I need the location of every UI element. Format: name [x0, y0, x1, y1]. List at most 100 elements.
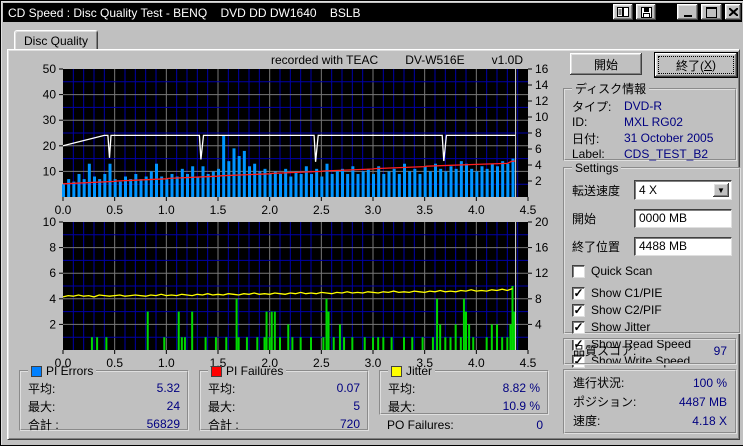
bar-PI Errors — [304, 166, 308, 197]
start-position-input[interactable]: 0000 MB — [634, 208, 732, 228]
maximize-button[interactable] — [701, 4, 722, 20]
axis-tick-label: 8 — [49, 241, 56, 255]
bar-PI Errors — [253, 163, 257, 197]
pi-errors-legend: PI Errors — [28, 364, 96, 378]
bar-PI Errors — [165, 179, 169, 197]
progress-label: 進行状況: — [573, 376, 625, 390]
max-label: 最大: — [388, 399, 416, 414]
bar-PI Failures — [490, 324, 493, 350]
checkbox-show-c2-pif[interactable]: ✓ Show C2/PIF — [572, 302, 732, 318]
maximize-icon — [706, 6, 717, 18]
settings-title: Settings — [575, 161, 619, 175]
bar-PI Errors — [206, 173, 210, 197]
bar-PI Failures — [105, 337, 108, 350]
checkbox-show-c1-pie[interactable]: ✓ Show C1/PIE — [572, 285, 732, 301]
bar-PI Failures — [183, 337, 186, 350]
jitter-group: Jitter 平均: 8.82 % 最大: 10.9 % — [379, 364, 549, 415]
bar-PI Errors — [77, 173, 81, 197]
max-label: 最大: — [208, 399, 236, 414]
bar-PI Errors — [87, 163, 91, 197]
checkbox-quick-scan[interactable]: Quick Scan — [572, 263, 732, 279]
bar-PI Failures — [431, 337, 434, 350]
axis-tick-label: 2 — [535, 174, 542, 188]
window-title: CD Speed : Disc Quality Test - BENQ DVD … — [8, 6, 361, 20]
bar-PI Failures — [506, 337, 509, 350]
bar-PI Failures — [163, 337, 166, 350]
end-position-input[interactable]: 4488 MB — [634, 236, 732, 256]
bar-PI Errors — [82, 179, 86, 197]
checkbox-show-jitter[interactable]: ✓ Show Jitter — [572, 319, 732, 335]
bar-PI Errors — [242, 150, 246, 197]
axis-tick-label: 4 — [535, 158, 542, 172]
bar-PI Failures — [263, 337, 266, 350]
bar-PI Failures — [204, 337, 207, 350]
bar-PI Errors — [506, 163, 510, 197]
pi-errors-group: PI Errors 平均: 5.32 最大: 24 合計 : 56829 — [19, 364, 189, 432]
bar-PI Errors — [170, 173, 174, 197]
avg-label: 平均: — [208, 381, 236, 396]
pi-failures-swatch-icon — [211, 365, 222, 377]
bar-PI Failures — [444, 337, 447, 350]
bar-PI Failures — [338, 324, 341, 350]
bar-PI Failures — [273, 311, 276, 350]
speed-select[interactable]: 4 X ▼ — [634, 180, 732, 200]
book-icon[interactable] — [613, 4, 633, 20]
jitter-legend: Jitter — [388, 364, 435, 378]
close-button[interactable] — [725, 4, 741, 20]
bar-PI Failures — [322, 337, 325, 350]
progress-value: 100 % — [692, 375, 727, 390]
bar-PI Errors — [418, 173, 422, 197]
max-label: 最大: — [28, 399, 56, 414]
disc-date-value: 31 October 2005 — [624, 131, 714, 145]
start-button[interactable]: 開始 — [570, 53, 642, 75]
bar-PI Failures — [325, 298, 328, 350]
bar-PI Failures — [327, 311, 330, 350]
close-icon — [728, 8, 738, 16]
exit-button[interactable]: 終了(X) — [654, 52, 738, 78]
bar-PI Errors — [475, 171, 479, 197]
bar-PI Errors — [434, 163, 437, 197]
bar-PI Errors — [263, 168, 267, 197]
settings-group: Settings 転送速度 4 X ▼ 開始 0000 MB 終了位置 4488… — [563, 161, 741, 368]
pi-failures-jitter-chart: 246810481216200.0 0.5 1.0 1.5 2.0 2.5 3.0 3.5 4.… — [43, 216, 549, 368]
total-label: 合計 : — [208, 417, 239, 432]
save-button[interactable] — [636, 4, 656, 20]
bar-PI Failures — [291, 337, 294, 350]
bar-PI Failures — [468, 324, 471, 350]
tab-label: Disc Quality — [24, 33, 89, 48]
bar-PI Failures — [485, 337, 488, 350]
bar-PI Errors — [382, 173, 386, 197]
bar-PI Errors — [211, 171, 215, 197]
disc-id-value: MXL RG02 — [624, 115, 683, 129]
show-c1-pie-checkbox[interactable]: ✓ — [572, 286, 585, 300]
pi-failures-group: PI Failures 平均: 0.07 最大: 5 合計 : 720 — [199, 364, 369, 432]
bar-PI Errors — [351, 166, 355, 197]
bar-PI Failures — [270, 311, 273, 350]
show-c2-pif-checkbox[interactable]: ✓ — [572, 303, 585, 317]
bar-PI Errors — [129, 179, 133, 197]
bar-PI Failures — [390, 337, 393, 350]
quick-scan-checkbox[interactable] — [572, 264, 585, 278]
quality-score-box: 品質スコア: 97 — [563, 338, 737, 365]
bar-PI Errors — [108, 163, 112, 197]
bar-PI Failures — [465, 311, 467, 350]
show-jitter-checkbox[interactable]: ✓ — [572, 320, 585, 334]
bar-PI Errors — [392, 168, 396, 197]
bar-PI Errors — [294, 171, 298, 197]
bar-PI Failures — [436, 298, 439, 350]
tab-disc-quality[interactable]: Disc Quality — [14, 30, 98, 50]
bar-PI Failures — [501, 337, 504, 350]
axis-tick-label: 20 — [43, 139, 57, 153]
bar-PI Errors — [366, 168, 370, 197]
jitter-max: 10.9 % — [502, 399, 540, 413]
jitter-swatch-icon — [391, 365, 402, 377]
minimize-button[interactable] — [677, 4, 698, 20]
bar-PI Errors — [449, 166, 453, 197]
bar-PI Failures — [454, 324, 457, 350]
bar-PI Failures — [90, 337, 93, 350]
bar-PI Failures — [310, 337, 312, 350]
chevron-down-icon[interactable]: ▼ — [713, 183, 729, 197]
bar-PI Errors — [372, 173, 375, 197]
bar-PI Failures — [265, 311, 268, 350]
bar-PI Errors — [511, 158, 515, 197]
